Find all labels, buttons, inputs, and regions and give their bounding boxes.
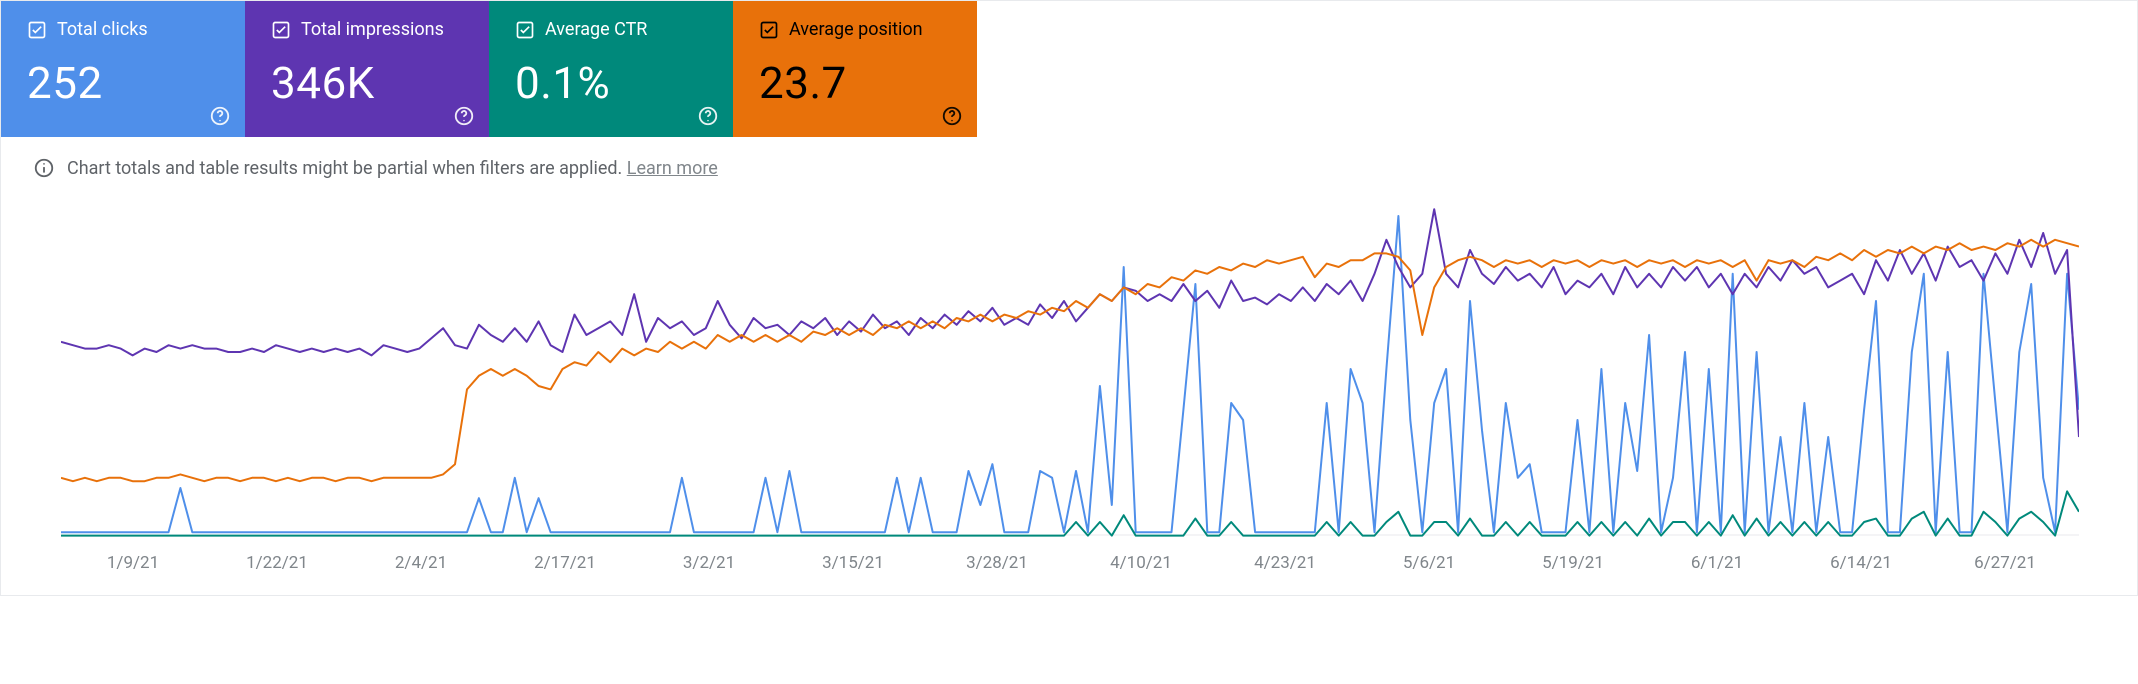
partial-data-notice: Chart totals and table results might be … bbox=[1, 137, 2137, 199]
card-total-impressions[interactable]: Total impressions 346K bbox=[245, 1, 489, 137]
notice-text: Chart totals and table results might be … bbox=[67, 158, 627, 179]
x-tick-label: 3/2/21 bbox=[637, 553, 781, 573]
help-icon[interactable] bbox=[941, 105, 963, 127]
info-icon bbox=[33, 157, 55, 179]
learn-more-link[interactable]: Learn more bbox=[627, 158, 718, 179]
series-impressions bbox=[61, 209, 2079, 437]
x-tick-label: 2/17/21 bbox=[493, 553, 637, 573]
checkbox-checked-icon bbox=[515, 20, 535, 40]
x-tick-label: 4/10/21 bbox=[1069, 553, 1213, 573]
card-value: 0.1% bbox=[515, 57, 711, 109]
x-tick-label: 1/22/21 bbox=[205, 553, 349, 573]
x-tick-label: 3/28/21 bbox=[925, 553, 1069, 573]
x-axis-labels: 1/9/211/22/212/4/212/17/213/2/213/15/213… bbox=[61, 539, 2077, 573]
checkbox-checked-icon bbox=[27, 20, 47, 40]
x-tick-label: 6/1/21 bbox=[1645, 553, 1789, 573]
x-tick-label: 5/6/21 bbox=[1357, 553, 1501, 573]
card-label: Average position bbox=[789, 19, 923, 41]
chart-area: 1/9/211/22/212/4/212/17/213/2/213/15/213… bbox=[1, 199, 2137, 595]
help-icon[interactable] bbox=[697, 105, 719, 127]
help-icon[interactable] bbox=[209, 105, 231, 127]
card-value: 252 bbox=[27, 57, 223, 109]
x-tick-label: 6/27/21 bbox=[1933, 553, 2077, 573]
help-icon[interactable] bbox=[453, 105, 475, 127]
performance-panel: Total clicks 252 Total impressions 346K … bbox=[0, 0, 2138, 596]
card-label: Total impressions bbox=[301, 19, 444, 41]
line-chart[interactable] bbox=[61, 199, 2079, 539]
x-tick-label: 6/14/21 bbox=[1789, 553, 1933, 573]
x-tick-label: 2/4/21 bbox=[349, 553, 493, 573]
card-value: 23.7 bbox=[759, 57, 955, 109]
card-label: Average CTR bbox=[545, 19, 647, 41]
card-average-position[interactable]: Average position 23.7 bbox=[733, 1, 977, 137]
x-tick-label: 3/15/21 bbox=[781, 553, 925, 573]
card-average-ctr[interactable]: Average CTR 0.1% bbox=[489, 1, 733, 137]
card-value: 346K bbox=[271, 57, 467, 109]
checkbox-checked-icon bbox=[759, 20, 779, 40]
x-tick-label: 5/19/21 bbox=[1501, 553, 1645, 573]
metric-cards: Total clicks 252 Total impressions 346K … bbox=[1, 1, 2137, 137]
checkbox-checked-icon bbox=[271, 20, 291, 40]
card-total-clicks[interactable]: Total clicks 252 bbox=[1, 1, 245, 137]
card-label: Total clicks bbox=[57, 19, 148, 41]
x-tick-label: 4/23/21 bbox=[1213, 553, 1357, 573]
x-tick-label: 1/9/21 bbox=[61, 553, 205, 573]
